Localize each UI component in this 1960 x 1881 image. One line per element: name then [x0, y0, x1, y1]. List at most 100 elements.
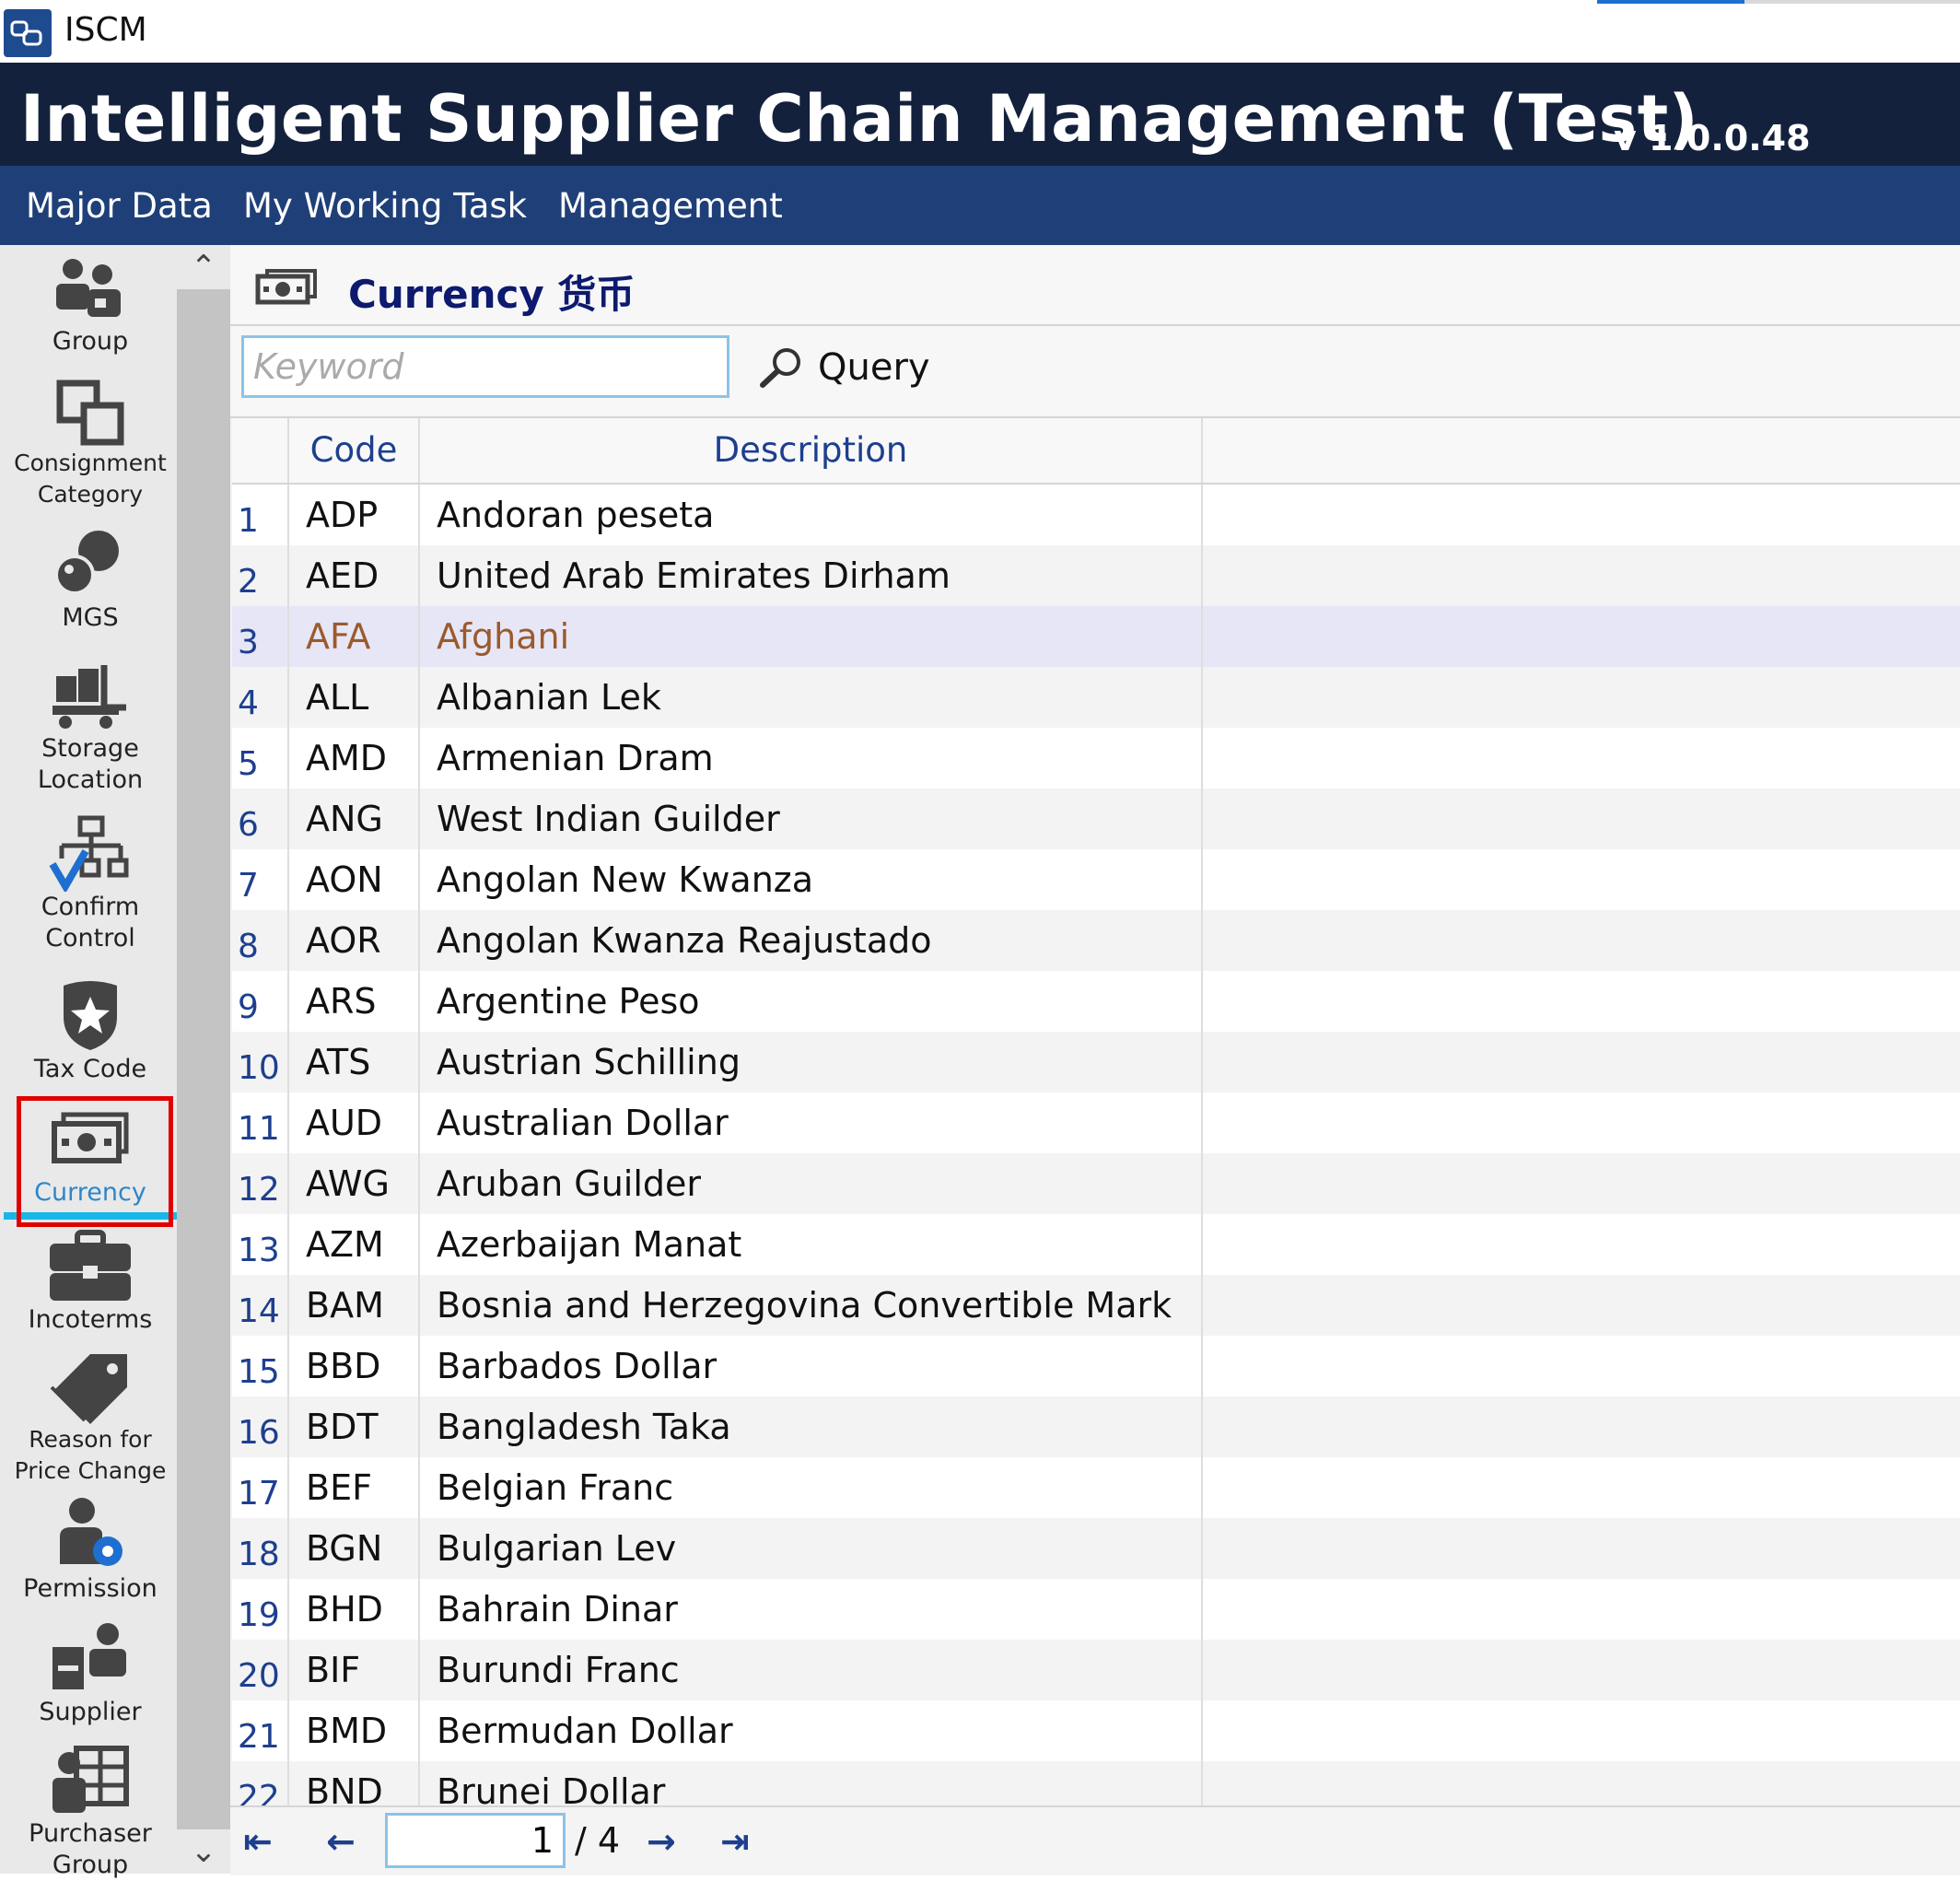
sidebar-item-storage-location[interactable]: Storage Location	[4, 660, 177, 796]
next-page-icon[interactable]: →	[647, 1820, 676, 1863]
query-button[interactable]: Query	[759, 339, 930, 396]
page-number-input[interactable]	[385, 1813, 566, 1868]
cell-code: ARS	[289, 971, 420, 1032]
row-number: 15	[232, 1336, 289, 1396]
sidebar-item-label: Permission	[23, 1574, 158, 1603]
incoterms-icon	[50, 1230, 131, 1301]
table-row[interactable]: 12 AWG Aruban Guilder	[232, 1153, 1960, 1214]
sidebar-item-label: MGS	[62, 603, 119, 632]
table-row[interactable]: 1 ADP Andoran peseta	[232, 485, 1960, 545]
cell-description: Aruban Guilder	[420, 1153, 1203, 1214]
cell-code: AOR	[289, 910, 420, 971]
table-row[interactable]: 19 BHD Bahrain Dinar	[232, 1579, 1960, 1640]
table-row[interactable]: 9 ARS Argentine Peso	[232, 971, 1960, 1032]
sidebar-item-label: Group	[52, 327, 129, 356]
table-row[interactable]: 18 BGN Bulgarian Lev	[232, 1518, 1960, 1579]
currency-icon	[255, 269, 317, 305]
sidebar-item-label: Incoterms	[28, 1305, 153, 1334]
search-bar: Query	[230, 326, 1960, 418]
banner-title: Intelligent Supplier Chain Management (T…	[20, 81, 1699, 157]
table-row[interactable]: 13 AZM Azerbaijan Manat	[232, 1214, 1960, 1275]
scroll-up-icon[interactable]: ⌃	[177, 245, 230, 289]
main-menu: Major Data My Working Task Management	[0, 166, 1960, 245]
cell-description: West Indian Guilder	[420, 789, 1203, 849]
search-icon	[760, 348, 800, 388]
last-page-icon[interactable]: ⇥	[720, 1820, 750, 1863]
table-row[interactable]: 7 AON Angolan New Kwanza	[232, 849, 1960, 910]
sidebar-item-mgs[interactable]: MGS	[4, 529, 177, 634]
menu-my-working-task[interactable]: My Working Task	[243, 186, 527, 226]
table-row[interactable]: 5 AMD Armenian Dram	[232, 728, 1960, 789]
cell-code: BBD	[289, 1336, 420, 1396]
sidebar-item-supplier[interactable]: Supplier	[4, 1621, 177, 1728]
row-number: 19	[232, 1579, 289, 1640]
cell-code: BDT	[289, 1396, 420, 1457]
sidebar-item-label: Purchaser Group	[29, 1819, 152, 1879]
page-header: Currency 货币	[230, 245, 1960, 326]
row-number: 9	[232, 971, 289, 1032]
keyword-input[interactable]	[241, 335, 729, 398]
sidebar-item-reason-price-change[interactable]: Reason for Price Change	[4, 1354, 177, 1487]
highlight-box	[17, 1096, 173, 1227]
sidebar-scrollbar[interactable]: ⌃ ⌄	[177, 245, 230, 1874]
table-row[interactable]: 4 ALL Albanian Lek	[232, 667, 1960, 728]
page-total: / 4	[575, 1820, 621, 1861]
sidebar-item-consignment-category[interactable]: Consignment Category	[4, 378, 177, 510]
table-row[interactable]: 11 AUD Australian Dollar	[232, 1092, 1960, 1153]
table-row[interactable]: 20 BIF Burundi Franc	[232, 1640, 1960, 1700]
cell-description: Angolan New Kwanza	[420, 849, 1203, 910]
cell-code: BHD	[289, 1579, 420, 1640]
sidebar-item-permission[interactable]: Permission	[4, 1496, 177, 1605]
sidebar-item-label: Confirm Control	[41, 893, 140, 952]
row-number: 17	[232, 1457, 289, 1518]
cell-description: Bahrain Dinar	[420, 1579, 1203, 1640]
window-tab-accent	[1597, 0, 1744, 4]
sidebar-item-incoterms[interactable]: Incoterms	[4, 1229, 177, 1336]
table-row[interactable]: 21 BMD Bermudan Dollar	[232, 1700, 1960, 1761]
cell-description: Burundi Franc	[420, 1640, 1203, 1700]
table-row[interactable]: 8 AOR Angolan Kwanza Reajustado	[232, 910, 1960, 971]
sidebar-item-label: Supplier	[39, 1698, 142, 1726]
menu-major-data[interactable]: Major Data	[26, 186, 213, 226]
table-row[interactable]: 3 AFA Afghani	[232, 606, 1960, 667]
sidebar-item-purchaser-group[interactable]: Purchaser Group	[4, 1743, 177, 1881]
cell-code: BIF	[289, 1640, 420, 1700]
query-label: Query	[818, 346, 930, 389]
sidebar-item-group[interactable]: Group	[4, 256, 177, 357]
row-number: 3	[232, 606, 289, 667]
sidebar-item-label: Reason for Price Change	[14, 1426, 167, 1484]
row-number-header	[232, 418, 289, 483]
row-number: 1	[232, 485, 289, 545]
menu-management[interactable]: Management	[558, 186, 783, 226]
table-row[interactable]: 16 BDT Bangladesh Taka	[232, 1396, 1960, 1457]
table-row[interactable]: 22 BND Brunei Dollar	[232, 1761, 1960, 1807]
cell-description: Armenian Dram	[420, 728, 1203, 789]
cell-code: BGN	[289, 1518, 420, 1579]
table-row[interactable]: 14 BAM Bosnia and Herzegovina Convertible …	[232, 1275, 1960, 1336]
storage-location-icon	[52, 665, 126, 729]
sidebar-item-label: Consignment Category	[14, 450, 167, 508]
sidebar-item-confirm-control[interactable]: Confirm Control	[4, 814, 177, 954]
scroll-down-icon[interactable]: ⌄	[177, 1829, 230, 1874]
table-row[interactable]: 17 BEF Belgian Franc	[232, 1457, 1960, 1518]
table-row[interactable]: 10 ATS Austrian Schilling	[232, 1032, 1960, 1092]
sidebar-item-tax-code[interactable]: Tax Code	[4, 976, 177, 1085]
cell-code: ATS	[289, 1032, 420, 1092]
table-row[interactable]: 2 AED United Arab Emirates Dirham	[232, 545, 1960, 606]
first-page-icon[interactable]: ⇤	[243, 1820, 273, 1863]
table-row[interactable]: 6 ANG West Indian Guilder	[232, 789, 1960, 849]
table-header: Code Description	[232, 418, 1960, 485]
column-header-code[interactable]: Code	[289, 418, 420, 483]
app-name: ISCM	[64, 11, 147, 49]
table-row[interactable]: 15 BBD Barbados Dollar	[232, 1336, 1960, 1396]
row-number: 7	[232, 849, 289, 910]
row-number: 13	[232, 1214, 289, 1275]
version-label: v 1.0.0.48	[1614, 118, 1811, 158]
previous-page-icon[interactable]: ←	[326, 1820, 356, 1863]
main-content: Currency 货币 Query Code Description 1ADPA…	[230, 245, 1960, 1875]
window-tab-divider	[1744, 0, 1960, 4]
cell-code: BND	[289, 1761, 420, 1807]
row-number: 12	[232, 1153, 289, 1214]
cell-description: Albanian Lek	[420, 667, 1203, 728]
column-header-description[interactable]: Description	[420, 418, 1203, 483]
